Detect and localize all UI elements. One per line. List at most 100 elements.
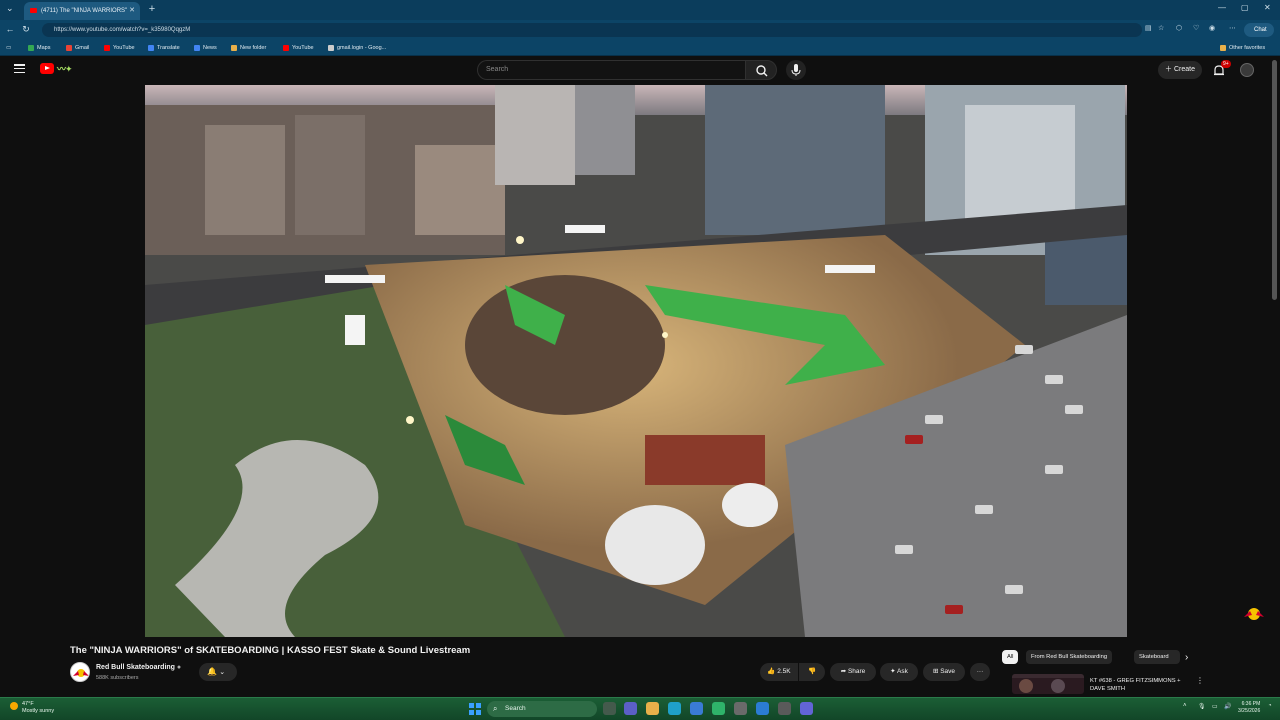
chip-skateboard[interactable]: Skateboard	[1134, 650, 1180, 664]
more-actions-button[interactable]: ···	[970, 663, 990, 681]
close-tab-icon[interactable]: ✕	[129, 2, 135, 20]
chip-scroll-right-icon[interactable]: ›	[1185, 652, 1188, 663]
chip-all[interactable]: All	[1002, 650, 1019, 664]
app-icon[interactable]	[756, 702, 769, 715]
maximize-icon[interactable]: ▢	[1241, 3, 1249, 12]
copilot-chat-button[interactable]: Chat	[1244, 23, 1274, 37]
copilot-icon[interactable]	[800, 702, 813, 715]
verified-icon: ●	[176, 664, 182, 671]
taskbar-search[interactable]: Search	[487, 701, 597, 717]
bookmark-gmail-login[interactable]: gmail.login - Goog...	[328, 42, 386, 54]
other-favorites[interactable]: Other favorites	[1220, 42, 1265, 54]
bookmark-label: YouTube	[292, 45, 314, 51]
microphone-icon	[791, 64, 801, 76]
page-scrollbar[interactable]	[1272, 60, 1277, 300]
xbox-icon[interactable]	[712, 702, 725, 715]
url-text: https://www.youtube.com/watch?v=_k35980Q…	[54, 27, 191, 33]
video-frame-aerial-skatepark	[145, 85, 1127, 637]
browser-tab-active[interactable]: (4711) The "NINJA WARRIORS" ✕	[24, 2, 140, 20]
save-label: Save	[940, 668, 956, 675]
create-button[interactable]: ＋ Create	[1158, 61, 1202, 79]
url-input[interactable]: https://www.youtube.com/watch?v=_k35980Q…	[42, 23, 1142, 37]
profile-icon[interactable]: ◉	[1209, 24, 1215, 32]
microphone-tray-icon[interactable]: 🎙	[1198, 703, 1206, 710]
clock-date: 3/25/2026	[1238, 708, 1261, 714]
clock-time: 6:36 PM	[1241, 701, 1261, 707]
red-bull-watermark-logo[interactable]	[1243, 605, 1265, 623]
ask-button[interactable]: ✦ Ask	[880, 663, 918, 681]
refresh-icon[interactable]: ↻	[20, 24, 32, 35]
bookmark-new-folder[interactable]: New folder	[231, 42, 266, 54]
file-explorer-icon[interactable]	[646, 702, 659, 715]
tray-chevron-up-icon[interactable]: ˄	[1183, 703, 1187, 709]
search-input[interactable]: Search	[477, 60, 745, 80]
thumbs-up-icon: 👍	[767, 668, 776, 675]
network-icon[interactable]: ▭	[1212, 703, 1218, 710]
app-icon-2[interactable]	[778, 702, 791, 715]
share-icon: ➦	[840, 668, 847, 675]
edge-browser-icon[interactable]	[668, 702, 681, 715]
like-button[interactable]: 👍 2.5K	[760, 663, 798, 681]
search-placeholder: Search	[486, 66, 509, 73]
bookmark-youtube-2[interactable]: YouTube	[283, 42, 314, 54]
recommendation-title[interactable]: KT #638 - GREG FITZSIMMONS + DAVE SMITH	[1090, 677, 1190, 693]
more-icon: ···	[976, 668, 984, 675]
weather-sun-icon	[10, 702, 18, 710]
share-button[interactable]: ➦ Share	[830, 663, 876, 681]
channel-name[interactable]: Red Bull Skateboarding ●	[96, 664, 181, 671]
new-tab-button[interactable]: +	[146, 3, 158, 15]
settings-more-icon[interactable]: ⋯	[1229, 24, 1236, 32]
extension-icon[interactable]: ⬡	[1176, 24, 1182, 32]
tab-list-icon[interactable]: ⌄	[6, 3, 14, 14]
recommendation-thumbnail[interactable]	[1012, 674, 1084, 694]
bookmark-youtube[interactable]: YouTube	[104, 42, 135, 54]
hamburger-menu-icon[interactable]	[14, 64, 25, 74]
windows-taskbar: 47°F Mostly sunny Search ˄ 🎙 ▭ 🔊 6:36 PM…	[0, 697, 1280, 720]
search-button[interactable]	[745, 60, 777, 80]
tab-title: (4711) The "NINJA WARRIORS"	[41, 8, 128, 14]
bookmarks-toggle-icon[interactable]: ▭	[6, 42, 11, 54]
reader-icon[interactable]: ▤	[1145, 24, 1152, 32]
favorite-star-icon[interactable]: ☆	[1158, 24, 1164, 32]
volume-icon[interactable]: 🔊	[1224, 703, 1231, 710]
task-view-icon[interactable]	[603, 702, 616, 715]
favorites-icon[interactable]: ♡	[1193, 24, 1199, 32]
google-icon	[328, 44, 334, 51]
video-player[interactable]	[145, 85, 1127, 637]
bookmark-label: Maps	[37, 45, 51, 51]
dislike-button[interactable]: 👎	[799, 663, 825, 681]
bookmark-label: YouTube	[113, 45, 135, 51]
youtube-logo[interactable]	[40, 63, 54, 74]
channel-avatar[interactable]	[70, 662, 90, 682]
subscriber-count: 588K subscribers	[96, 675, 139, 681]
channel-name-text: Red Bull Skateboarding	[96, 664, 175, 671]
browser-tab-bar: ⌄ (4711) The "NINJA WARRIORS" ✕ + — ▢ ✕	[0, 0, 1280, 20]
close-window-icon[interactable]: ✕	[1264, 3, 1271, 12]
subscription-bell-button[interactable]: 🔔 ⌄	[199, 663, 237, 681]
share-label: Share	[847, 668, 866, 675]
notifications-icon[interactable]: ◔	[1268, 703, 1272, 709]
chip-from-channel[interactable]: From Red Bull Skateboarding	[1026, 650, 1113, 664]
bookmark-label: gmail.login - Goog...	[337, 45, 387, 51]
chat-label: Chat	[1254, 27, 1267, 33]
recommendation-more-icon[interactable]: ⋮	[1196, 676, 1204, 685]
account-avatar[interactable]	[1240, 63, 1254, 77]
sparkle-icon: ✦	[890, 668, 896, 675]
store-icon[interactable]	[690, 702, 703, 715]
voice-search-button[interactable]	[786, 60, 806, 80]
minimize-icon[interactable]: —	[1218, 3, 1226, 12]
bookmark-news[interactable]: News	[194, 42, 217, 54]
settings-gear-icon[interactable]	[734, 702, 747, 715]
windows-start-icon[interactable]	[469, 703, 481, 715]
bookmark-gmail[interactable]: Gmail	[66, 42, 89, 54]
news-icon	[194, 44, 200, 51]
save-button[interactable]: ⊞ Save	[923, 663, 965, 681]
teams-icon[interactable]	[624, 702, 637, 715]
bookmark-maps[interactable]: Maps	[28, 42, 50, 54]
bookmark-translate[interactable]: Translate	[148, 42, 180, 54]
youtube-doodle-logo[interactable]: 〰✦	[57, 62, 85, 76]
weather-widget[interactable]: 47°F Mostly sunny	[22, 701, 54, 715]
bookmark-label: Translate	[157, 45, 180, 51]
taskbar-clock[interactable]: 6:36 PM 3/25/2026	[1238, 701, 1260, 715]
back-icon[interactable]: ←	[4, 24, 16, 34]
